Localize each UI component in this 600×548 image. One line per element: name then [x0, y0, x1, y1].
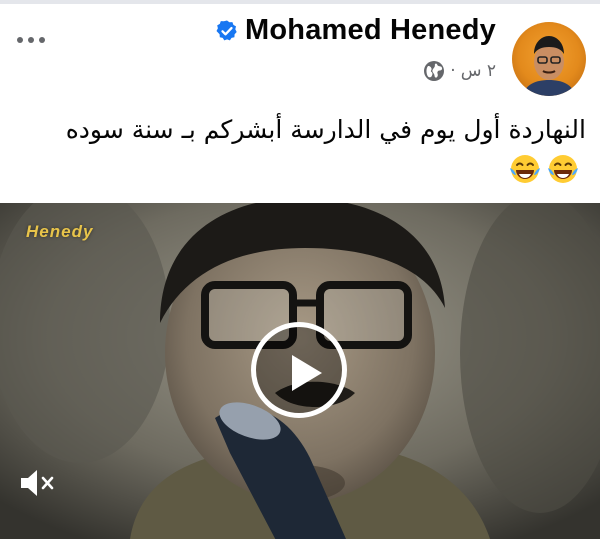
author-row: Mohamed Henedy: [215, 14, 496, 47]
avatar-image: [522, 36, 576, 96]
video-watermark: Henedy: [26, 222, 94, 241]
post-text: النهاردة أول يوم في الدارسة أبشركم بـ سن…: [65, 115, 586, 144]
verified-badge-icon: [216, 20, 237, 40]
post-timestamp[interactable]: ٢ س: [461, 61, 496, 81]
face-with-tears-of-joy-icon: [510, 155, 540, 183]
post-meta: ٢ س ·: [423, 60, 496, 82]
more-options-dot: [28, 37, 34, 43]
speaker-muted-icon[interactable]: [18, 468, 58, 498]
globe-icon[interactable]: [423, 60, 445, 82]
meta-separator: ·: [450, 61, 456, 81]
author-avatar[interactable]: [512, 22, 586, 96]
author-name-link[interactable]: Mohamed Henedy: [245, 14, 496, 47]
more-options-button[interactable]: [10, 26, 52, 54]
more-options-icon: [17, 37, 23, 43]
more-options-dot: [39, 37, 45, 43]
play-button[interactable]: [251, 322, 347, 418]
play-icon: [292, 355, 322, 391]
face-with-tears-of-joy-icon: [548, 155, 578, 183]
post-footer-gap: [0, 539, 600, 548]
post-emojis: [508, 152, 580, 186]
